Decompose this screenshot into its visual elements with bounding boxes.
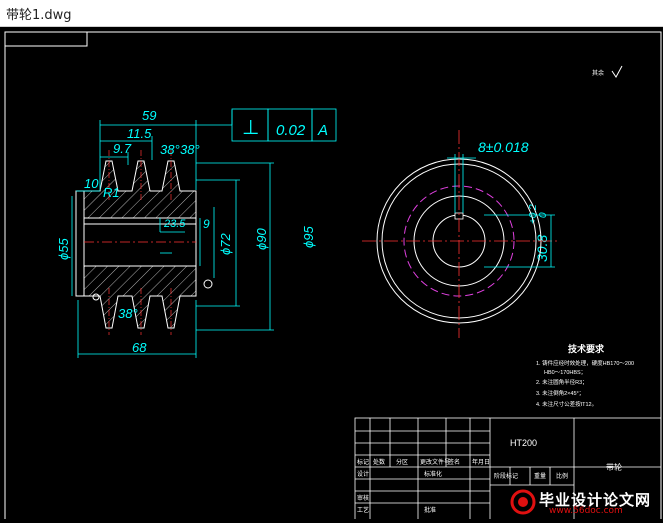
material-label: HT200 xyxy=(510,438,537,448)
tol-symbol: ⊥ xyxy=(242,117,259,139)
dim-angle-top: 38° xyxy=(160,142,180,157)
tol-value: 0.02 xyxy=(276,122,306,139)
dim-9-7: 9.7 xyxy=(113,141,132,156)
notes-title: 技术要求 xyxy=(568,343,605,354)
note-3: 3. 未注倒角2×45°； xyxy=(536,389,584,397)
watermark: 毕业设计论文网 www.56doc.com xyxy=(509,489,659,517)
tol-datum: A xyxy=(317,122,328,139)
window-titlebar: 带轮1.dwg xyxy=(0,0,663,27)
dim-23-5: 23.5 xyxy=(163,218,186,230)
note-1b: HB0～170HBS； xyxy=(544,370,586,376)
dim-68: 68 xyxy=(132,340,147,355)
dim-95: ϕ95 xyxy=(301,226,316,248)
dim-72: ϕ72 xyxy=(218,233,233,255)
svg-text:分区: 分区 xyxy=(396,458,408,466)
dim-angle-bottom: 38° xyxy=(118,306,138,321)
svg-text:设计: 设计 xyxy=(357,470,369,478)
dim-55: ϕ55 xyxy=(56,238,71,260)
roughness-text: 其余 xyxy=(592,69,604,77)
svg-text:年月日: 年月日 xyxy=(472,458,490,466)
dim-angle-top2: 38° xyxy=(180,142,200,157)
technical-notes: 技术要求 1. 铸件应经时效处理，硬度HB170～200 HB0～170HBS；… xyxy=(536,343,634,408)
dim-10: 10 xyxy=(84,176,99,191)
front-view xyxy=(362,130,560,338)
watermark-logo-icon xyxy=(510,489,536,515)
watermark-url: www.56doc.com xyxy=(549,506,623,516)
note-4: 4. 未注尺寸公差按IT12。 xyxy=(536,400,597,408)
svg-text:处数: 处数 xyxy=(373,458,385,466)
svg-text:更改文件号: 更改文件号 xyxy=(420,458,450,466)
svg-text:审核: 审核 xyxy=(357,494,369,502)
dim-59: 59 xyxy=(142,108,156,123)
dim-11-5: 11.5 xyxy=(127,126,152,141)
roughness-note: 其余 xyxy=(592,65,623,78)
svg-text:重量: 重量 xyxy=(534,472,546,480)
note-1: 1. 铸件应经时效处理，硬度HB170～200 xyxy=(536,359,634,367)
svg-text:工艺: 工艺 xyxy=(357,506,369,514)
svg-text:批准: 批准 xyxy=(424,506,436,514)
note-2: 2. 未注圆角半径R3； xyxy=(536,378,588,386)
dim-90: ϕ90 xyxy=(254,228,269,250)
svg-text:阶段标记: 阶段标记 xyxy=(494,472,518,480)
part-name: 带轮 xyxy=(606,462,622,472)
dim-9: 9 xyxy=(203,217,210,231)
drawing-svg: 其余 59 11.5 9.7 38° 38° 10 R1 23.5 9 38° … xyxy=(4,31,662,523)
dim-keyway: 8±0.018 xyxy=(478,139,529,155)
svg-text:标准化: 标准化 xyxy=(424,470,442,478)
svg-text:标记: 标记 xyxy=(357,458,369,466)
svg-text:签名: 签名 xyxy=(448,458,460,466)
window-title: 带轮1.dwg xyxy=(6,8,72,23)
svg-text:比例: 比例 xyxy=(556,472,568,480)
cad-canvas[interactable]: 其余 59 11.5 9.7 38° 38° 10 R1 23.5 9 38° … xyxy=(0,27,663,523)
dim-r1: R1 xyxy=(103,185,120,200)
datum-marker-icon xyxy=(203,279,213,289)
